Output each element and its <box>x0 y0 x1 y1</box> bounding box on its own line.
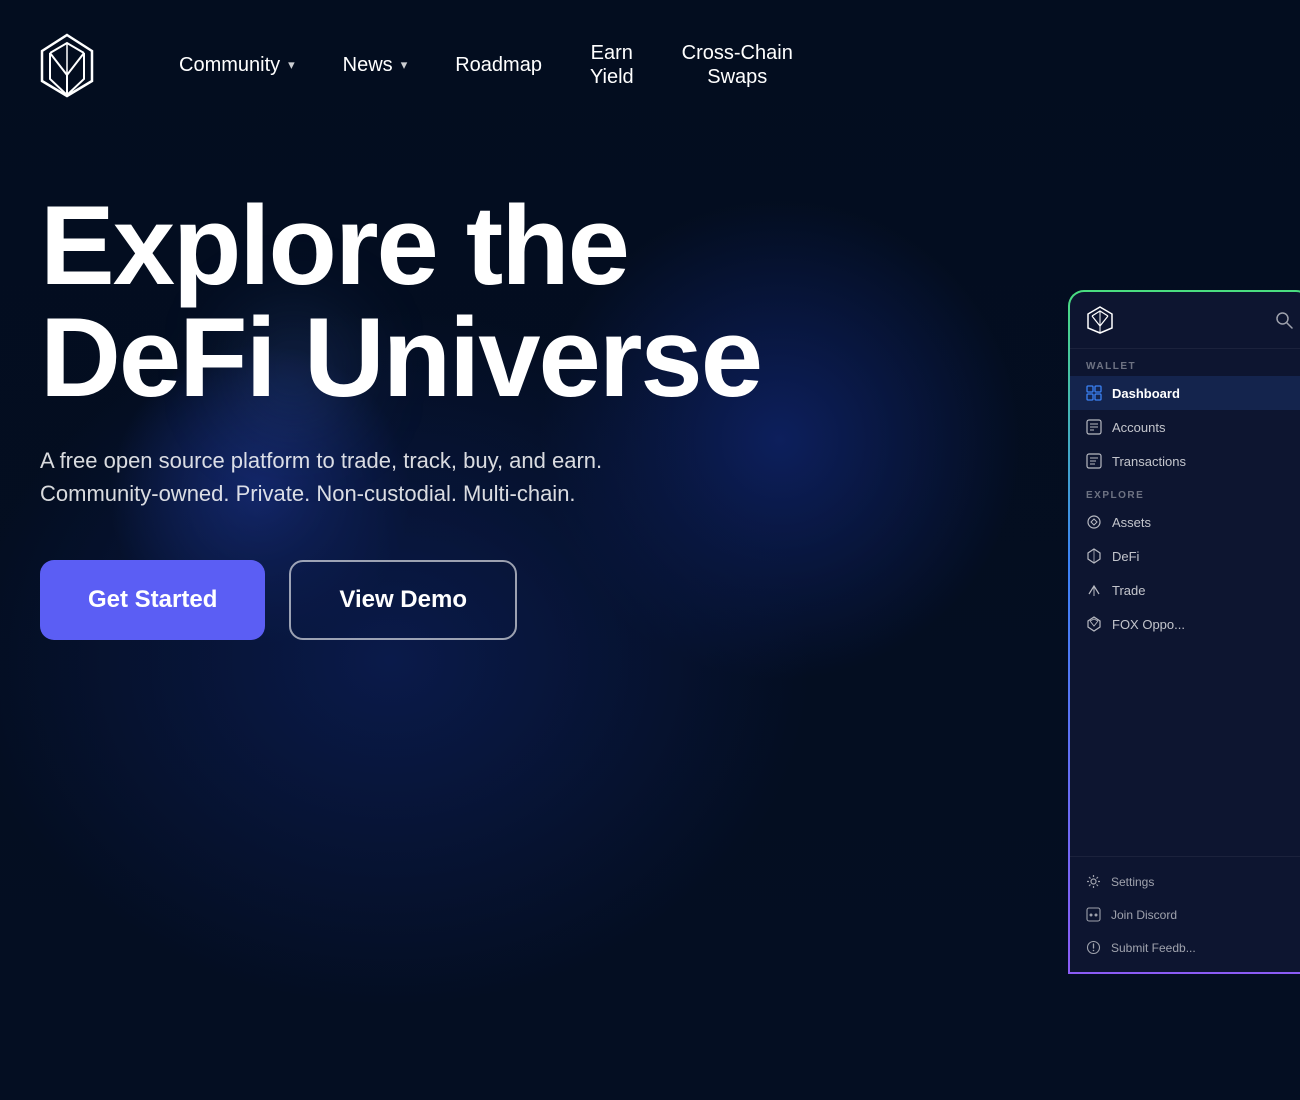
logo-icon <box>40 33 95 98</box>
search-icon[interactable] <box>1274 310 1294 330</box>
hero-title: Explore the DeFi Universe <box>40 190 860 414</box>
defi-label: DeFi <box>1112 549 1139 564</box>
defi-icon <box>1086 548 1102 564</box>
chevron-down-icon: ▾ <box>401 57 408 73</box>
app-panel-content: WALLET Dashboard Accounts <box>1070 292 1300 972</box>
hero-section: Explore the DeFi Universe A free open so… <box>0 130 860 640</box>
dashboard-icon <box>1086 385 1102 401</box>
app-topbar <box>1070 292 1300 349</box>
nav-label-earn-yield: EarnYield <box>590 41 634 89</box>
get-started-button[interactable]: Get Started <box>40 560 265 640</box>
fox-oppo-label: FOX Oppo... <box>1112 617 1185 632</box>
nav-item-news[interactable]: News ▾ <box>319 46 432 85</box>
discord-icon <box>1086 907 1101 922</box>
transactions-label: Transactions <box>1112 454 1186 469</box>
nav-item-earn-yield[interactable]: EarnYield <box>566 33 658 97</box>
logo[interactable] <box>40 33 95 98</box>
app-menu-join-discord[interactable]: Join Discord <box>1070 898 1300 931</box>
accounts-icon <box>1086 419 1102 435</box>
app-menu-trade[interactable]: Trade <box>1070 573 1300 607</box>
nav-item-cross-chain-swaps[interactable]: Cross-ChainSwaps <box>658 33 817 97</box>
trade-icon <box>1086 582 1102 598</box>
accounts-label: Accounts <box>1112 420 1165 435</box>
app-bottom-section: Settings Join Discord Submit Feedb... <box>1070 856 1300 972</box>
hero-subtitle: A free open source platform to trade, tr… <box>40 444 720 510</box>
wallet-section-label: WALLET <box>1070 349 1300 376</box>
settings-icon <box>1086 874 1101 889</box>
join-discord-label: Join Discord <box>1111 908 1177 922</box>
assets-label: Assets <box>1112 515 1151 530</box>
assets-icon <box>1086 514 1102 530</box>
app-menu-accounts[interactable]: Accounts <box>1070 410 1300 444</box>
app-spacer <box>1070 641 1300 856</box>
app-menu-assets[interactable]: Assets <box>1070 505 1300 539</box>
app-menu-submit-feedback[interactable]: Submit Feedb... <box>1070 931 1300 964</box>
nav-label-community: Community <box>179 54 280 77</box>
nav-label-news: News <box>343 54 393 77</box>
nav-item-roadmap[interactable]: Roadmap <box>431 46 566 85</box>
fox-icon <box>1086 616 1102 632</box>
hero-buttons: Get Started View Demo <box>40 560 860 640</box>
submit-feedback-label: Submit Feedb... <box>1111 941 1196 955</box>
hero-title-line1: Explore the <box>40 183 628 308</box>
app-logo-icon <box>1086 306 1114 334</box>
app-screenshot-panel: WALLET Dashboard Accounts <box>1068 290 1300 974</box>
app-menu-transactions[interactable]: Transactions <box>1070 444 1300 478</box>
chevron-down-icon: ▾ <box>288 57 295 73</box>
app-menu-dashboard[interactable]: Dashboard <box>1070 376 1300 410</box>
transactions-icon <box>1086 453 1102 469</box>
app-menu-defi[interactable]: DeFi <box>1070 539 1300 573</box>
settings-label: Settings <box>1111 875 1154 889</box>
explore-section-label: EXPLORE <box>1070 478 1300 505</box>
app-menu-settings[interactable]: Settings <box>1070 865 1300 898</box>
trade-label: Trade <box>1112 583 1145 598</box>
view-demo-button[interactable]: View Demo <box>289 560 517 640</box>
dashboard-label: Dashboard <box>1112 386 1180 401</box>
nav-item-community[interactable]: Community ▾ <box>155 46 319 85</box>
nav-label-cross-chain-swaps: Cross-ChainSwaps <box>682 41 793 89</box>
app-menu-fox-oppo[interactable]: FOX Oppo... <box>1070 607 1300 641</box>
nav-links: Community ▾ News ▾ Roadmap EarnYield Cro… <box>155 33 1260 97</box>
hero-title-line2: DeFi Universe <box>40 295 761 420</box>
nav-label-roadmap: Roadmap <box>455 54 542 77</box>
feedback-icon <box>1086 940 1101 955</box>
navbar: Community ▾ News ▾ Roadmap EarnYield Cro… <box>0 0 1300 130</box>
